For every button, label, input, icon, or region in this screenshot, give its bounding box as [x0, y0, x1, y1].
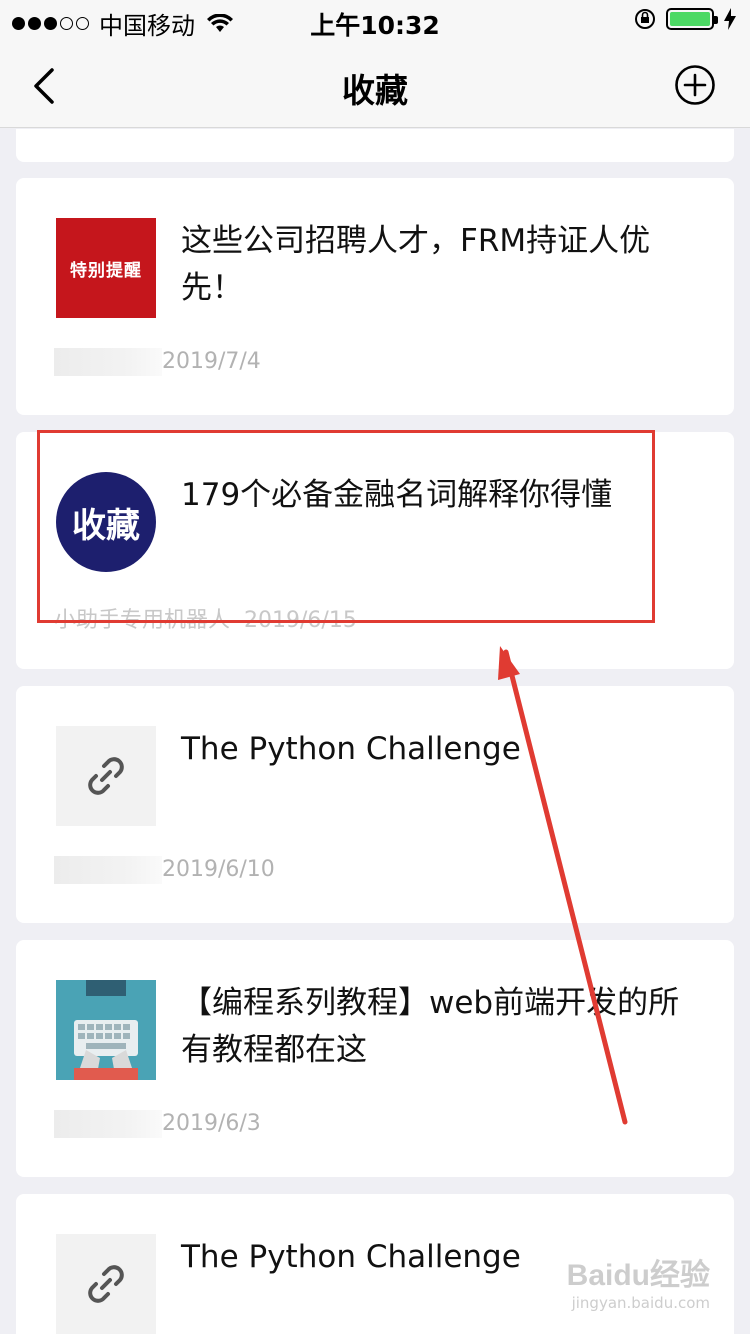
annotation-arrow	[498, 646, 628, 1125]
watermark-url: jingyan.baidu.com	[571, 1294, 710, 1312]
watermark: Baidu经验 jingyan.baidu.com	[567, 1250, 710, 1312]
watermark-logo: Baidu经验	[566, 1259, 710, 1292]
